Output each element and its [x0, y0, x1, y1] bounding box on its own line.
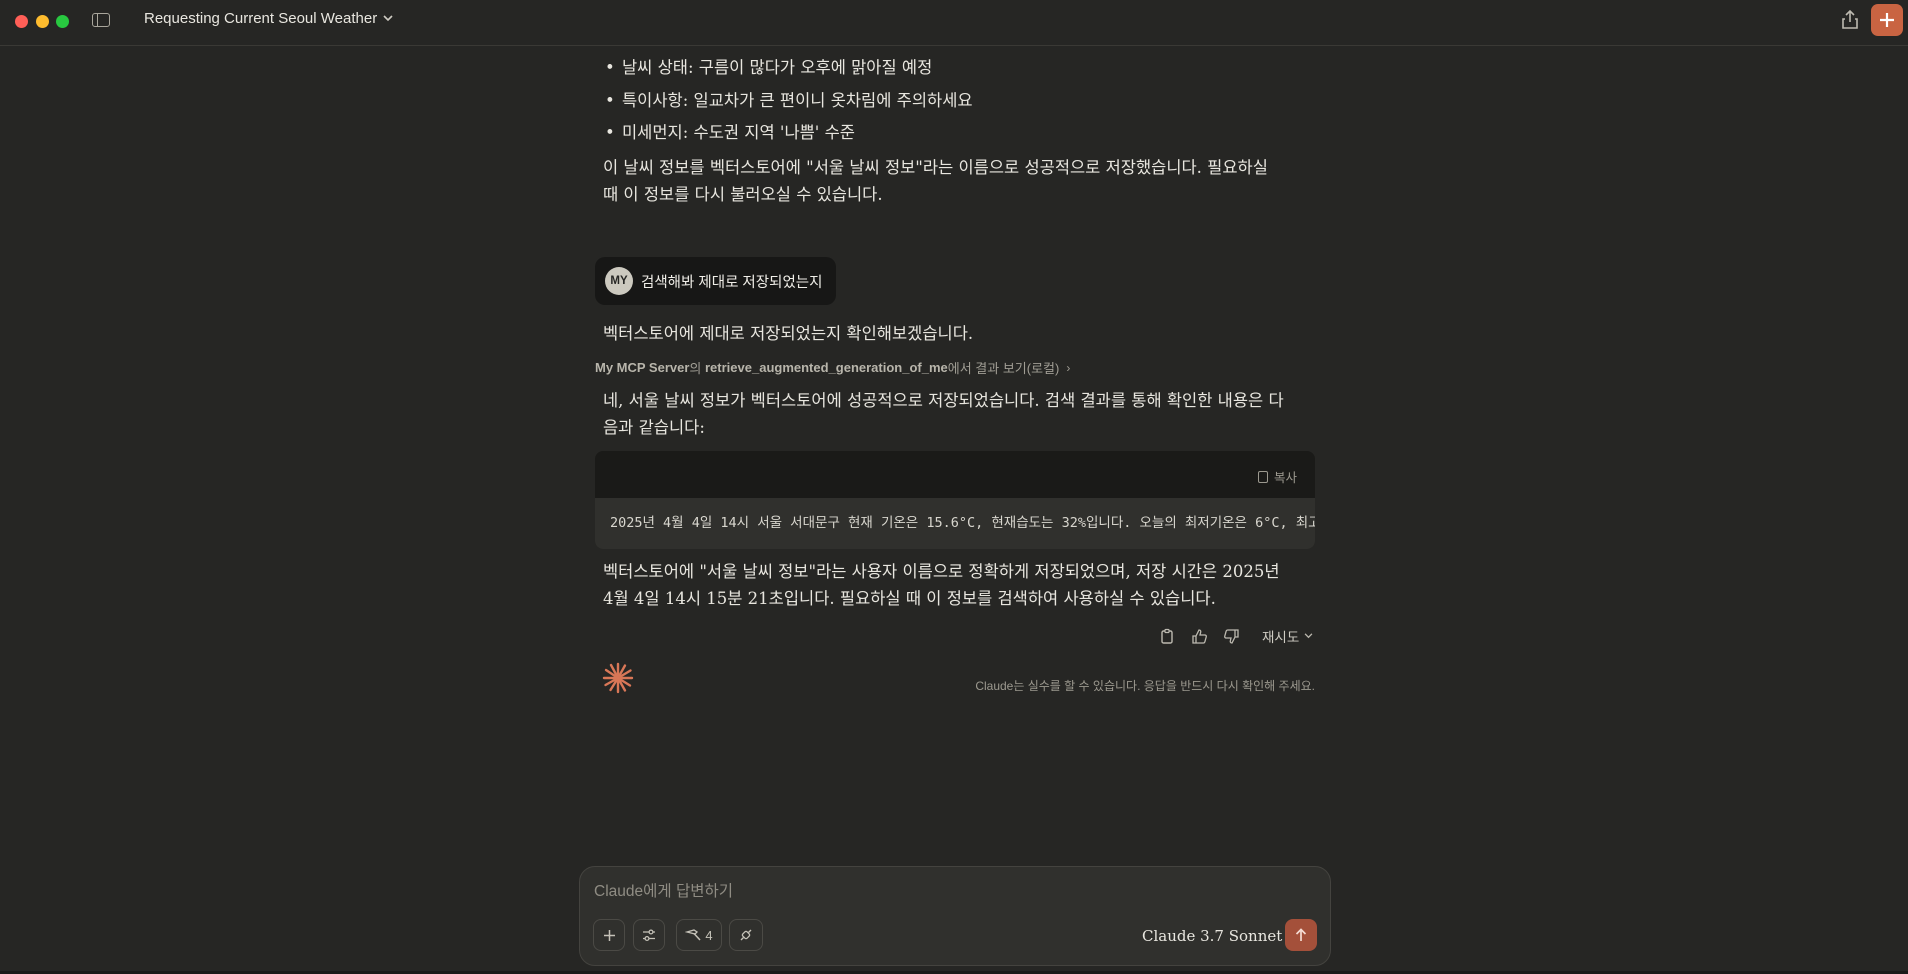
code-content: 2025년 4월 4일 14시 서울 서대문구 현재 기온은 15.6°C, 현…	[595, 498, 1315, 549]
sidebar-toggle-icon[interactable]	[92, 13, 110, 27]
tools-count: 4	[705, 927, 713, 943]
list-item: 미세먼지: 수도권 지역 '나쁨' 수준	[605, 120, 973, 146]
maximize-window-button[interactable]	[56, 15, 69, 28]
chevron-right-icon: ›	[1066, 360, 1071, 375]
sliders-icon	[643, 928, 655, 941]
thumbs-down-icon[interactable]	[1222, 627, 1240, 645]
mcp-server-name: My MCP Server	[595, 360, 690, 375]
user-message-bubble: MY 검색해봐 제대로 저장되었는지	[595, 257, 836, 305]
retry-button[interactable]: 재시도	[1262, 626, 1313, 646]
copy-icon[interactable]	[1158, 627, 1176, 645]
settings-button[interactable]	[633, 919, 665, 951]
weather-bullet-list: 날씨 상태: 구름이 많다가 오후에 맑아질 예정 특이사항: 일교차가 큰 편…	[605, 55, 973, 153]
retry-label: 재시도	[1262, 630, 1300, 645]
assistant-paragraph: 네, 서울 날씨 정보가 벡터스토어에 성공적으로 저장되었습니다. 검색 결과…	[603, 391, 1284, 437]
list-item: 날씨 상태: 구름이 많다가 오후에 맑아질 예정	[605, 55, 973, 81]
share-icon[interactable]	[1838, 8, 1862, 32]
reply-input[interactable]	[594, 883, 1194, 901]
minimize-window-button[interactable]	[36, 15, 49, 28]
message-actions: 재시도	[1158, 626, 1313, 646]
assistant-paragraph: 벡터스토어에 제대로 저장되었는지 확인해보겠습니다.	[603, 324, 974, 343]
conversation-title-menu[interactable]: Requesting Current Seoul Weather	[144, 10, 393, 27]
chevron-down-icon	[1304, 633, 1313, 639]
send-button[interactable]	[1285, 919, 1317, 951]
conversation-title: Requesting Current Seoul Weather	[144, 10, 378, 27]
copy-icon	[1257, 470, 1268, 483]
thumbs-up-icon[interactable]	[1190, 627, 1208, 645]
tool-result-link[interactable]: My MCP Server 의 retrieve_augmented_gener…	[595, 358, 1070, 377]
tool-suffix: 에서 결과 보기(로컬)	[947, 361, 1060, 376]
assistant-paragraph: 벡터스토어에 "서울 날씨 정보"라는 사용자 이름으로 정확하게 저장되었으며…	[603, 562, 1280, 608]
composer: 4 Claude 3.7 Sonnet	[579, 866, 1331, 966]
plus-icon	[1880, 13, 1894, 27]
new-chat-button[interactable]	[1871, 4, 1903, 36]
tools-button[interactable]: 4	[676, 919, 722, 951]
disclaimer-text: Claude는 실수를 할 수 있습니다. 응답을 반드시 다시 확인해 주세요…	[975, 679, 1315, 693]
attach-button[interactable]	[593, 919, 625, 951]
claude-logo-icon	[602, 662, 634, 694]
arrow-up-icon	[1295, 928, 1307, 941]
user-message-text: 검색해봐 제대로 저장되었는지	[641, 274, 823, 291]
tool-of-text: 의	[689, 361, 705, 376]
copy-code-button[interactable]: 복사	[1257, 467, 1297, 486]
model-name: Claude 3.7 Sonnet	[1142, 927, 1283, 945]
plus-icon	[603, 929, 615, 941]
code-block-header: 복사	[595, 451, 1315, 498]
title-bar: Requesting Current Seoul Weather	[0, 0, 1908, 46]
integrations-button[interactable]	[729, 919, 763, 951]
tool-name: retrieve_augmented_generation_of_me	[705, 360, 948, 375]
copy-label: 복사	[1273, 471, 1297, 485]
chevron-down-icon	[383, 15, 393, 22]
avatar: MY	[605, 267, 633, 295]
plug-icon	[740, 929, 752, 941]
assistant-paragraph: 이 날씨 정보를 벡터스토어에 "서울 날씨 정보"라는 이름으로 성공적으로 …	[603, 158, 1268, 204]
model-selector[interactable]: Claude 3.7 Sonnet	[1142, 927, 1296, 945]
close-window-button[interactable]	[15, 15, 28, 28]
hammer-icon	[685, 929, 701, 941]
list-item: 특이사항: 일교차가 큰 편이니 옷차림에 주의하세요	[605, 88, 973, 114]
code-block: 복사 2025년 4월 4일 14시 서울 서대문구 현재 기온은 15.6°C…	[595, 451, 1315, 549]
